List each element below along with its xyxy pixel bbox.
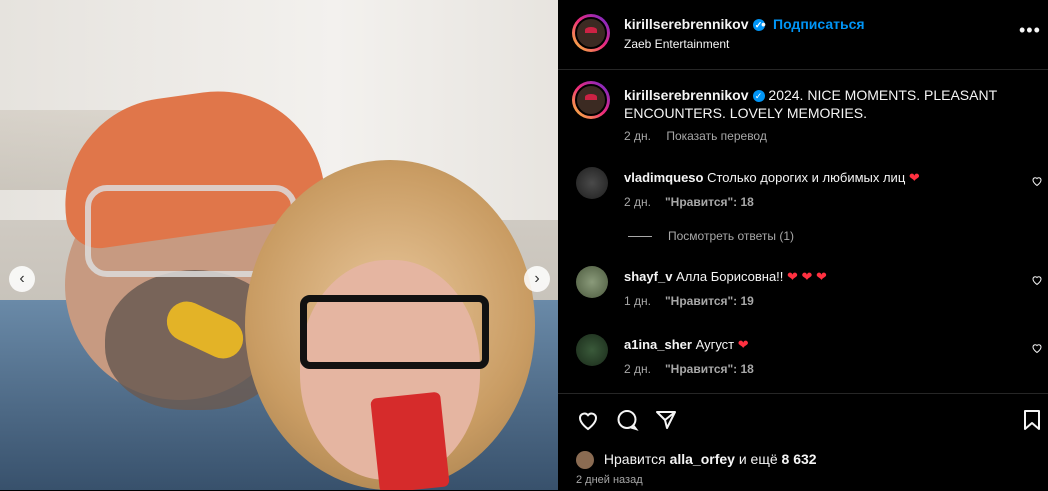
- like-comment-heart-icon[interactable]: [1031, 175, 1043, 187]
- liked-by-row[interactable]: Нравится alla_orfey и ещё 8 632: [576, 451, 817, 470]
- comment-avatar[interactable]: [576, 266, 608, 298]
- comment-age: 2 дн.: [624, 362, 651, 376]
- comment-likes[interactable]: "Нравится": 19: [665, 294, 754, 308]
- heart-emoji: ❤: [908, 170, 920, 185]
- comment-text: a1ina_sher Аугуст ❤: [624, 336, 1004, 353]
- liked-by-avatar: [576, 451, 594, 470]
- like-heart-icon[interactable]: [576, 408, 600, 432]
- caption-meta: 2 дн. Показать перевод: [624, 129, 767, 143]
- photo-candy-red: [370, 391, 450, 490]
- author-avatar[interactable]: [572, 14, 610, 52]
- author-username[interactable]: kirillserebrennikov ✓: [624, 16, 765, 32]
- liked-by-prefix: Нравится: [603, 451, 666, 467]
- separator-dot: •: [761, 16, 766, 32]
- liked-by-user[interactable]: alla_orfey: [670, 451, 735, 467]
- like-comment-heart-icon[interactable]: [1031, 342, 1043, 354]
- comment-body: Аугуст: [695, 337, 735, 352]
- liked-by-count[interactable]: 8 632: [782, 451, 817, 467]
- follow-button[interactable]: Подписаться: [773, 16, 865, 32]
- comment-text: shayf_v Алла Борисовна!! ❤ ❤ ❤: [624, 268, 1004, 285]
- verified-badge-icon: ✓: [752, 90, 765, 103]
- post-caption: kirillserebrennikov ✓ 2024. NICE MOMENTS.…: [624, 86, 1024, 122]
- photo-woman-glasses: [300, 295, 489, 369]
- comment-avatar[interactable]: [576, 334, 608, 366]
- heart-emoji: ❤: [737, 337, 749, 352]
- share-paper-plane-icon[interactable]: [654, 408, 678, 432]
- comment-likes[interactable]: "Нравится": 18: [665, 362, 754, 376]
- comment-likes[interactable]: "Нравится": 18: [665, 195, 754, 209]
- post-panel: kirillserebrennikov ✓ • Подписаться Zaeb …: [558, 0, 1048, 490]
- more-options-icon[interactable]: •••: [1019, 20, 1041, 41]
- comment-username[interactable]: shayf_v: [624, 269, 672, 284]
- carousel-prev-button[interactable]: ‹: [9, 266, 35, 292]
- comment-body: Алла Борисовна!!: [676, 269, 784, 284]
- comment-meta: 1 дн. "Нравится": 19: [624, 294, 754, 308]
- post-actions: Нравится alla_orfey и ещё 8 632 2 дней н…: [558, 393, 1048, 491]
- heart-emoji: ❤ ❤ ❤: [787, 269, 827, 284]
- caption-author-avatar[interactable]: [572, 81, 610, 119]
- caption-age: 2 дн.: [624, 129, 651, 143]
- post-modal: ‹ › kirillserebrennikov ✓ • Подписаться Z…: [0, 0, 1048, 490]
- comment-body: Столько дорогих и любимых лиц: [707, 170, 906, 185]
- author-subtitle[interactable]: Zaeb Entertainment: [624, 37, 729, 51]
- like-comment-heart-icon[interactable]: [1031, 274, 1043, 286]
- comment-meta: 2 дн. "Нравится": 18: [624, 362, 754, 376]
- comment-age: 1 дн.: [624, 294, 651, 308]
- comment-bubble-icon[interactable]: [615, 408, 639, 432]
- comment-meta: 2 дн. "Нравится": 18: [624, 195, 754, 209]
- post-photo[interactable]: ‹ ›: [0, 0, 558, 490]
- comment-username[interactable]: vladimqueso: [624, 170, 703, 185]
- caption-username[interactable]: kirillserebrennikov: [624, 87, 749, 103]
- comment-text: vladimqueso Столько дорогих и любимых ли…: [624, 169, 1004, 186]
- comment-username[interactable]: a1ina_sher: [624, 337, 692, 352]
- liked-by-suffix: и ещё: [738, 451, 778, 467]
- chevron-left-icon: ‹: [19, 270, 25, 287]
- comment-avatar[interactable]: [576, 167, 608, 199]
- carousel-next-button[interactable]: ›: [524, 266, 550, 292]
- translate-link[interactable]: Показать перевод: [666, 129, 767, 143]
- post-time[interactable]: 2 дней назад: [576, 474, 643, 486]
- replies-divider: [628, 236, 652, 238]
- save-bookmark-icon[interactable]: [1020, 408, 1044, 432]
- chevron-right-icon: ›: [534, 270, 540, 287]
- post-header: kirillserebrennikov ✓ • Подписаться Zaeb …: [558, 0, 1048, 70]
- comment-age: 2 дн.: [624, 195, 651, 209]
- view-replies-button[interactable]: Посмотреть ответы (1): [628, 229, 794, 243]
